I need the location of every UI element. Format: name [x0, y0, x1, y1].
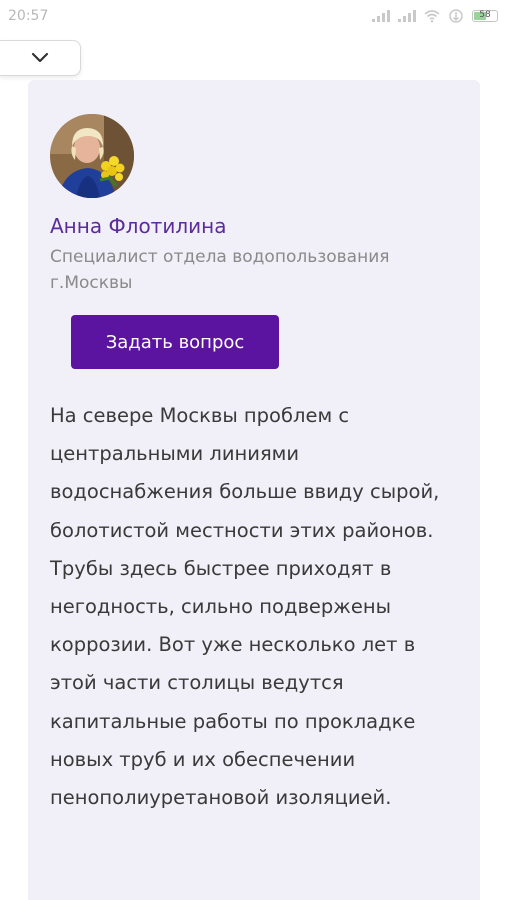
battery-level: 58: [479, 10, 491, 20]
signal-icon: [372, 10, 390, 22]
expert-card: Анна Флотилина Специалист отдела водопол…: [28, 80, 480, 900]
battery-icon: 58: [472, 10, 498, 22]
data-saver-icon: [449, 9, 463, 23]
status-bar: 20:57 58: [0, 0, 506, 34]
chevron-down-icon: [31, 52, 49, 63]
wifi-icon: [424, 10, 440, 23]
article-text: На севере Москвы проблем с центральными …: [50, 404, 440, 810]
collapse-toggle-button[interactable]: [0, 40, 81, 76]
expert-role: Специалист отдела водопользования г.Моск…: [50, 247, 390, 293]
expert-name: Анна Флотилина: [50, 214, 227, 238]
ask-question-button[interactable]: Задать вопрос: [71, 315, 279, 369]
expert-photo: [50, 114, 134, 198]
status-time: 20:57: [8, 8, 49, 24]
avatar: [50, 114, 134, 198]
status-icons: 58: [372, 9, 498, 23]
signal-icon-2: [398, 10, 416, 22]
